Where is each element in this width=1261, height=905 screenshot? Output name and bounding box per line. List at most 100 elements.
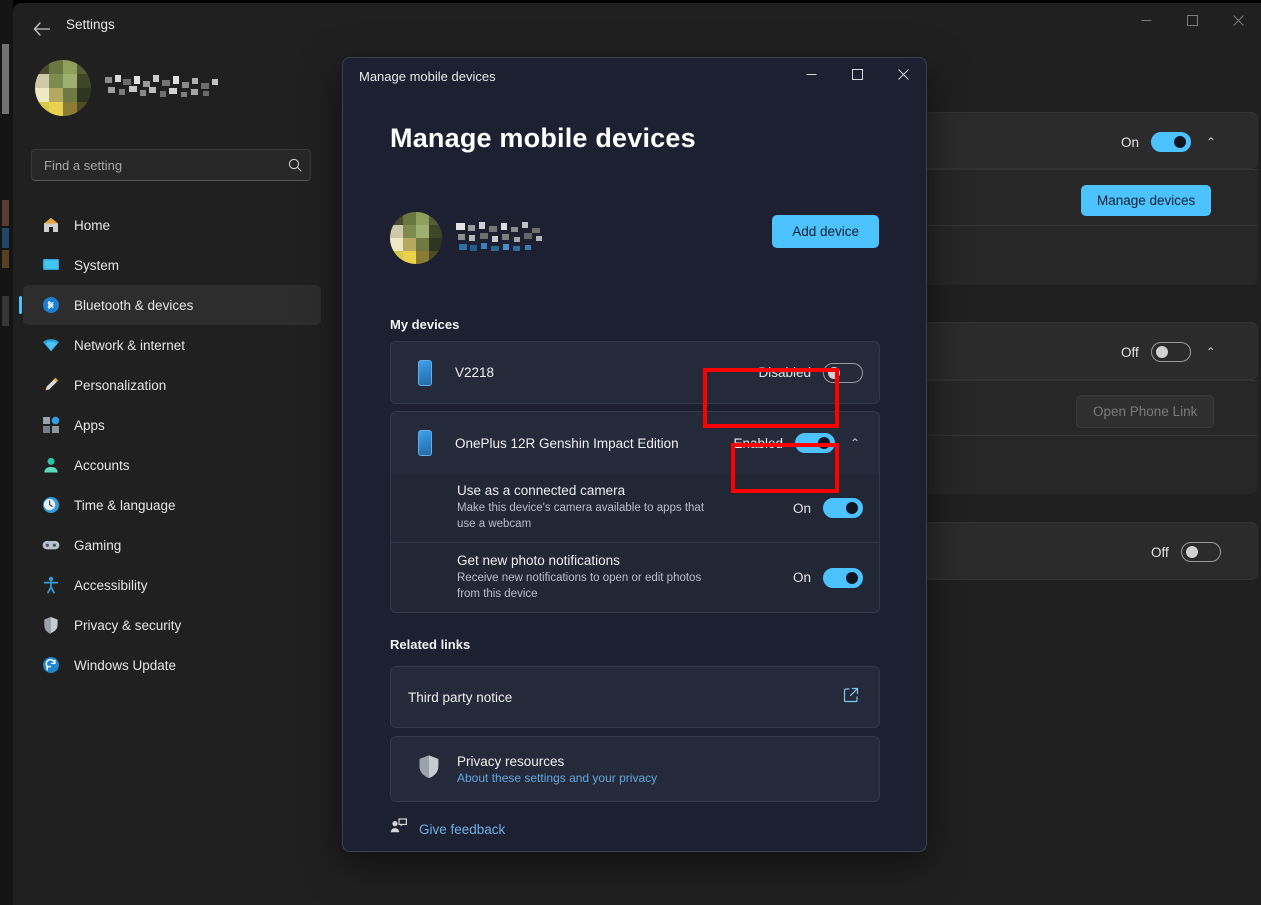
sidebar-item-label: System	[74, 257, 120, 273]
setting-state-label: On	[792, 570, 811, 585]
state-label: Off	[1151, 544, 1169, 560]
sidebar-item-time-language[interactable]: Time & language	[23, 485, 321, 525]
phone-icon	[418, 430, 432, 456]
dialog-heading: Manage mobile devices	[390, 123, 696, 153]
device-row-oneplus[interactable]: OnePlus 12R Genshin Impact Edition Enabl…	[390, 411, 880, 474]
setting-state-label: On	[792, 500, 811, 516]
home-icon	[41, 216, 60, 235]
back-arrow-icon[interactable]	[23, 15, 59, 43]
minimize-icon[interactable]	[1123, 3, 1169, 37]
sidebar-item-bluetooth-devices[interactable]: Bluetooth & devices	[19, 285, 321, 325]
minimize-icon[interactable]	[788, 58, 834, 91]
maximize-icon[interactable]	[834, 58, 880, 91]
dialog-account-block	[390, 212, 586, 264]
close-icon[interactable]	[1215, 3, 1261, 37]
add-device-button[interactable]: Add device	[772, 215, 879, 248]
sidebar-item-personalization[interactable]: Personalization	[23, 365, 321, 405]
personalization-icon	[41, 376, 60, 395]
sidebar-item-windows-update[interactable]: Windows Update	[23, 645, 321, 685]
sidebar-item-label: Gaming	[74, 537, 122, 553]
background-row-phonelink: Off ⌃	[1121, 342, 1219, 362]
sidebar-item-apps[interactable]: Apps	[23, 405, 321, 445]
sidebar-nav: Home System Bluetooth & devices Network …	[19, 205, 321, 685]
close-icon[interactable]	[880, 58, 926, 91]
background-row-bluetooth: On ⌃	[1121, 132, 1219, 152]
accounts-icon	[41, 456, 60, 475]
update-icon	[41, 656, 60, 675]
account-name	[103, 73, 243, 103]
feedback-icon	[390, 818, 408, 840]
apps-icon	[41, 416, 60, 435]
setting-title: Use as a connected camera	[457, 483, 626, 499]
privacy-resources-texts: Privacy resources About these settings a…	[457, 754, 657, 785]
external-link-icon	[843, 687, 859, 708]
background-row-manage-devices: Manage devices	[1081, 185, 1212, 216]
background-window-sliver	[0, 0, 13, 905]
sidebar-item-label: Network & internet	[74, 337, 186, 353]
sidebar-item-label: Accessibility	[74, 577, 148, 593]
open-phone-link-button[interactable]: Open Phone Link	[1076, 395, 1215, 428]
bluetooth-toggle[interactable]	[1151, 132, 1192, 152]
setting-row-photo-notifications: Get new photo notifications Receive new …	[390, 542, 880, 613]
window-title: Settings	[66, 17, 115, 32]
dialog-titlebar: Manage mobile devices	[343, 58, 926, 96]
sidebar-item-privacy-security[interactable]: Privacy & security	[23, 605, 321, 645]
connected-camera-toggle[interactable]	[823, 498, 863, 518]
sidebar-item-label: Apps	[74, 417, 105, 433]
bluetooth-icon	[41, 296, 60, 315]
device-controls: Enabled ⌃	[733, 433, 863, 453]
photo-notifications-toggle[interactable]	[823, 567, 863, 588]
link-row-third-party-notice[interactable]: Third party notice	[390, 666, 880, 728]
dialog-window-controls	[788, 58, 926, 91]
chevron-up-icon[interactable]: ⌃	[1203, 345, 1219, 359]
window-titlebar: Settings	[13, 3, 1261, 50]
system-icon	[41, 256, 60, 275]
sidebar-item-accessibility[interactable]: Accessibility	[23, 565, 321, 605]
manage-devices-button[interactable]: Manage devices	[1081, 185, 1212, 216]
third-toggle[interactable]	[1180, 542, 1221, 562]
link-row-privacy-resources[interactable]: Privacy resources About these settings a…	[390, 736, 880, 802]
manage-mobile-devices-dialog: Manage mobile devices Manage mobile devi…	[342, 57, 927, 852]
device-toggle[interactable]	[823, 362, 863, 383]
dialog-body: Manage mobile devices Add device My devi…	[343, 96, 926, 837]
sidebar-item-label: Privacy & security	[74, 617, 182, 633]
shield-icon	[417, 754, 441, 785]
setting-controls: On	[792, 567, 863, 588]
sidebar-item-label: Personalization	[74, 377, 167, 393]
give-feedback-link[interactable]: Give feedback	[390, 818, 505, 840]
state-label: On	[1121, 134, 1140, 150]
device-name: V2218	[455, 365, 495, 380]
chevron-up-icon[interactable]: ⌃	[1203, 135, 1219, 149]
window-controls	[1123, 3, 1261, 37]
sidebar: Home System Bluetooth & devices	[13, 50, 331, 905]
maximize-icon[interactable]	[1169, 3, 1215, 37]
sidebar-item-gaming[interactable]: Gaming	[23, 525, 321, 565]
gaming-icon	[41, 536, 60, 555]
search-box[interactable]	[31, 149, 311, 181]
dialog-title: Manage mobile devices	[359, 69, 496, 84]
sidebar-item-home[interactable]: Home	[23, 205, 321, 245]
setting-row-connected-camera: Use as a connected camera Make this devi…	[390, 474, 880, 542]
device-row-v2218[interactable]: V2218 Disabled	[390, 341, 880, 404]
link-label: Third party notice	[408, 689, 513, 705]
device-state-label: Disabled	[758, 365, 811, 380]
phonelink-toggle[interactable]	[1150, 342, 1191, 362]
chevron-up-icon[interactable]: ⌃	[847, 436, 863, 450]
sidebar-item-accounts[interactable]: Accounts	[23, 445, 321, 485]
sidebar-item-system[interactable]: System	[23, 245, 321, 285]
setting-controls: On	[793, 498, 863, 518]
avatar	[35, 60, 91, 116]
phone-icon	[418, 359, 432, 386]
setting-description: Receive new notifications to open or edi…	[457, 571, 702, 600]
background-row-third: Off	[1151, 542, 1221, 562]
sidebar-item-label: Time & language	[74, 497, 176, 513]
sidebar-item-network-internet[interactable]: Network & internet	[23, 325, 321, 365]
privacy-resources-sublink[interactable]: About these settings and your privacy	[457, 771, 657, 785]
device-state-label: Enabled	[733, 435, 783, 451]
accessibility-icon	[41, 576, 60, 595]
account-block[interactable]	[35, 60, 243, 116]
device-enabled-toggle[interactable]	[795, 433, 835, 453]
setting-description: Make this device's camera available to a…	[457, 502, 705, 530]
related-links-heading: Related links	[390, 637, 471, 652]
search-input[interactable]	[32, 157, 280, 173]
